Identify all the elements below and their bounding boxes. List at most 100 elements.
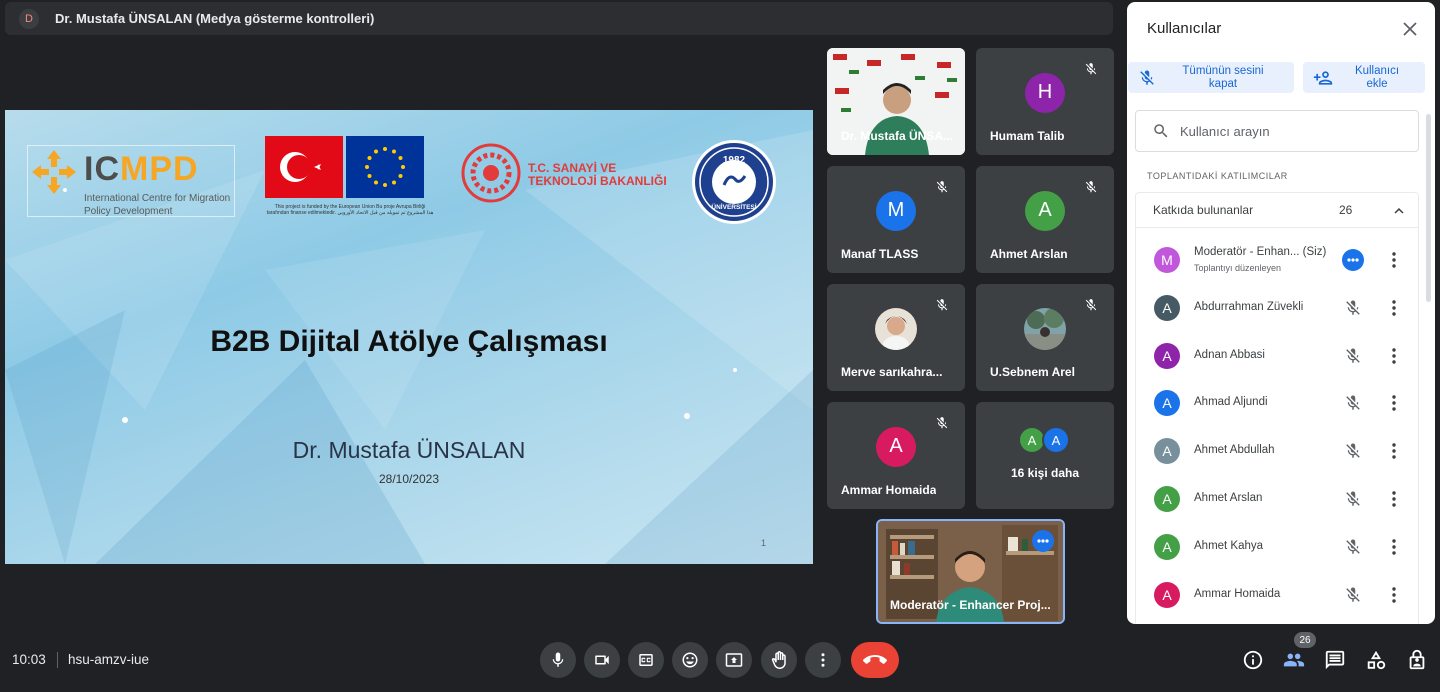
participant-avatar: A <box>1154 294 1180 321</box>
presenter-bar[interactable]: D Dr. Mustafa ÜNSALAN (Medya gösterme ko… <box>5 2 1113 35</box>
participant-photo-avatar <box>1024 307 1066 350</box>
mic-off-icon[interactable] <box>1344 586 1362 604</box>
icmpd-logo: ICMPD International Centre for Migration… <box>27 145 235 217</box>
close-panel-button[interactable] <box>1399 18 1421 40</box>
participant-row[interactable]: M Moderatör - Enhan... (Siz) Toplantıyı dü… <box>1136 236 1420 284</box>
more-participants-label: 16 kişi daha <box>1010 466 1080 480</box>
participant-name: Moderatör - Enhan... (Siz) <box>1194 246 1327 258</box>
participant-tile[interactable]: Merve sarıkahra... <box>827 284 965 391</box>
captions-button[interactable] <box>628 642 664 678</box>
activities-button[interactable] <box>1364 648 1388 672</box>
panel-title: Kullanıcılar <box>1147 20 1222 37</box>
participant-name: Manaf TLASS <box>841 247 919 261</box>
more-vert-icon[interactable] <box>1388 347 1400 365</box>
divider <box>57 652 58 668</box>
search-icon <box>1154 124 1168 138</box>
info-icon <box>1243 650 1263 670</box>
call-end-icon <box>863 655 887 664</box>
slide-date: 28/10/2023 <box>378 472 440 486</box>
participant-avatar: A <box>1154 533 1180 560</box>
more-vert-icon[interactable] <box>1388 251 1400 269</box>
clock: 10:03 <box>12 652 46 667</box>
presenter-avatar: D <box>19 8 39 29</box>
more-vert-icon[interactable] <box>1388 490 1400 508</box>
more-options-button[interactable] <box>805 642 841 678</box>
panel-scrollbar[interactable] <box>1426 114 1431 302</box>
participant-avatar: A <box>1154 342 1180 369</box>
add-user-button[interactable]: Kullanıcı ekle <box>1303 62 1425 93</box>
eu-flag-icon <box>346 136 424 198</box>
more-vert-icon <box>821 653 825 667</box>
participant-tile[interactable]: A Ammar Homaida <box>827 402 965 509</box>
icmpd-arrows-icon <box>32 150 76 194</box>
participant-avatar: A <box>1154 438 1180 465</box>
participant-tile[interactable]: H Humam Talib <box>976 48 1114 155</box>
mic-off-icon <box>1140 70 1154 85</box>
participant-tile[interactable]: M Manaf TLASS <box>827 166 965 273</box>
contributors-header[interactable]: Katkıda bulunanlar 26 <box>1135 192 1419 228</box>
speaking-indicator-icon <box>1342 249 1364 271</box>
mic-off-icon[interactable] <box>1344 347 1362 365</box>
self-view-tile[interactable]: Moderatör - Enhancer Proj... <box>876 519 1065 624</box>
emoji-icon <box>682 652 698 668</box>
participant-avatar: A <box>1154 486 1180 512</box>
bottom-toolbar: 10:03 hsu-amzv-iue 26 <box>0 632 1440 692</box>
participant-search[interactable] <box>1135 110 1419 152</box>
people-button[interactable] <box>1282 648 1306 672</box>
mic-off-icon <box>936 299 948 311</box>
reactions-button[interactable] <box>672 642 708 678</box>
search-input[interactable] <box>1180 123 1400 139</box>
participant-name: Ahmad Aljundi <box>1194 396 1268 409</box>
gazi-university-logo: 1982 ÜNİVERSİTESİ <box>692 140 776 224</box>
more-participants-tile[interactable]: A A 16 kişi daha <box>976 402 1114 509</box>
present-screen-button[interactable] <box>716 642 752 678</box>
participant-name: Abdurrahman Züvekli <box>1194 300 1304 313</box>
closed-captions-icon <box>639 654 653 666</box>
mic-off-icon[interactable] <box>1344 538 1362 556</box>
participant-name: Ahmet Arslan <box>1194 492 1263 504</box>
participant-name: Ammar Homaida <box>841 483 937 497</box>
more-vert-icon[interactable] <box>1388 586 1400 604</box>
participant-name: Dr. Mustafa ÜNSA... <box>841 129 954 143</box>
participant-row[interactable]: A Ahmet Abdullah <box>1136 427 1420 475</box>
mic-off-icon[interactable] <box>1344 394 1362 412</box>
raise-hand-button[interactable] <box>761 642 797 678</box>
slide-author: Dr. Mustafa ÜNSALAN <box>292 437 526 463</box>
mic-off-icon <box>1085 299 1097 311</box>
participant-name: U.Sebnem Arel <box>990 365 1075 379</box>
participant-tile[interactable]: U.Sebnem Arel <box>976 284 1114 391</box>
participant-name: Humam Talib <box>990 129 1065 143</box>
participant-tile-video[interactable]: Dr. Mustafa ÜNSA... <box>827 48 965 155</box>
people-panel: Kullanıcılar Tümünün sesini kapat Kullan… <box>1127 2 1435 624</box>
more-vert-icon[interactable] <box>1388 299 1400 317</box>
participant-tile[interactable]: A Ahmet Arslan <box>976 166 1114 273</box>
more-vert-icon[interactable] <box>1388 394 1400 412</box>
mic-off-icon[interactable] <box>1344 490 1362 508</box>
participant-row[interactable]: A Ammar Homaida <box>1136 571 1420 619</box>
participant-avatar: A <box>1025 190 1065 231</box>
participant-row[interactable]: A Ahmet Kahya <box>1136 523 1420 571</box>
turkey-flag-icon <box>265 136 343 198</box>
mute-all-button[interactable]: Tümünün sesini kapat <box>1128 62 1294 93</box>
participant-avatar: M <box>876 190 916 231</box>
more-vert-icon[interactable] <box>1388 442 1400 460</box>
self-view-name: Moderatör - Enhancer Proj... <box>890 598 1051 612</box>
participant-row[interactable]: A Adnan Abbasi <box>1136 332 1420 380</box>
mic-off-icon[interactable] <box>1344 299 1362 317</box>
chat-icon <box>1325 650 1345 670</box>
host-controls-button[interactable] <box>1405 648 1429 672</box>
mic-off-icon[interactable] <box>1344 442 1362 460</box>
chat-button[interactable] <box>1323 648 1347 672</box>
microphone-button[interactable] <box>540 642 576 678</box>
participant-row[interactable]: A Ahmad Aljundi <box>1136 379 1420 427</box>
mic-off-icon <box>1085 181 1097 193</box>
participant-row[interactable]: A Abdurrahman Züvekli <box>1136 284 1420 332</box>
participant-avatar: A <box>1154 581 1180 608</box>
participant-row[interactable]: A Ahmet Arslan <box>1136 475 1420 523</box>
camera-button[interactable] <box>584 642 620 678</box>
participant-avatar: A <box>876 426 916 467</box>
meeting-details-button[interactable] <box>1241 648 1265 672</box>
leave-call-button[interactable] <box>851 642 899 678</box>
more-vert-icon[interactable] <box>1388 538 1400 556</box>
icmpd-subtitle: International Centre for Migration Polic… <box>84 193 231 217</box>
